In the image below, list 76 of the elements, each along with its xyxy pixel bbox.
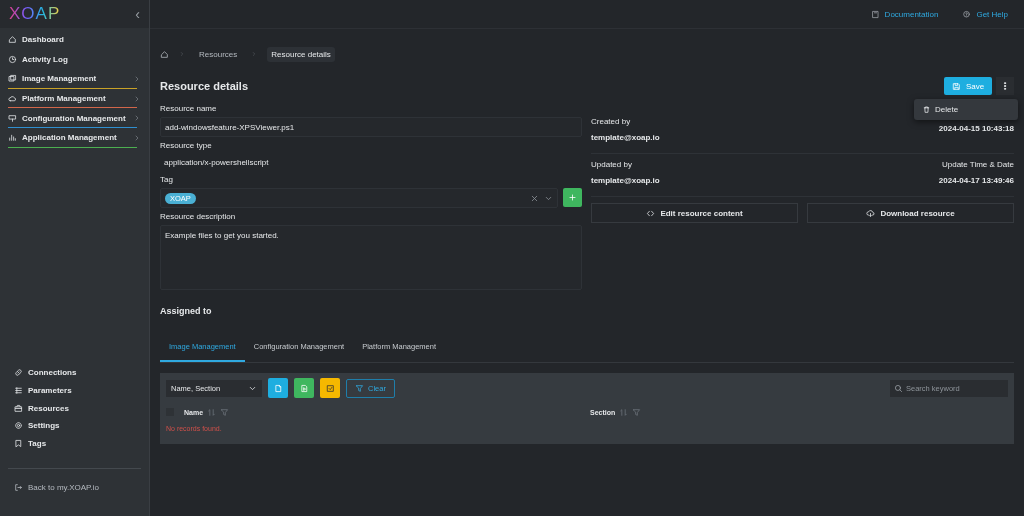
nav-item[interactable]: Settings [0,416,149,435]
home-icon [8,35,17,45]
nav-item[interactable]: Image Management [0,69,149,89]
meta-label: Update Time & Date [941,160,1014,169]
top-link[interactable]: Documentation [870,9,939,19]
checkbox-icon [325,383,335,393]
book-icon [870,9,880,19]
nav-item[interactable]: Parameters [0,381,149,400]
meta-value: template@xoap.io [591,133,660,142]
code-icon [646,208,656,218]
cloud-icon [8,94,17,104]
clear-icon [530,193,539,203]
nav-item[interactable]: Activity Log [0,49,149,70]
nav-item[interactable]: Dashboard [0,30,149,50]
clock-icon [8,54,17,64]
resource-button[interactable]: Download resource [807,203,1014,223]
home-icon [160,49,169,59]
chevron-icon [133,114,141,123]
nav-item[interactable]: Resources [0,399,149,417]
meta-value: template@xoap.io [591,176,660,185]
meta-label: Created by [591,117,632,126]
add-button[interactable] [563,188,582,207]
meta-label: Updated by [591,160,633,169]
nav-item[interactable]: Configuration Management [0,108,149,128]
top-link[interactable]: Get Help [962,9,1008,19]
meta-value: 2024-04-15 10:43:18 [938,124,1014,133]
monitor-icon [8,113,17,123]
chevron-icon [133,94,141,103]
filter-icon [220,407,230,417]
nav-item[interactable]: Tags [0,434,149,452]
description-field[interactable]: Example files to get you started. [160,225,582,290]
stacked-squares-icon [8,74,17,84]
nav-item[interactable]: Connections [0,364,149,382]
meta-value: 2024-04-17 13:49:46 [938,176,1014,185]
trash-icon [922,105,931,114]
chevron-icon [133,75,141,83]
exit-icon [14,483,23,492]
collapse-button[interactable]: ‹ [135,6,140,22]
more-button[interactable] [996,77,1014,95]
page-title: Resource details [160,80,249,92]
chevron-icon [179,51,185,57]
name-field[interactable]: add-windowsfeature-XPSViewer.ps1 [160,117,582,137]
sort-icon [619,407,629,417]
file-icon [273,383,283,393]
field-label: Tag [160,175,174,186]
box-icon [14,403,23,413]
resource-button[interactable]: Edit resource content [591,203,798,223]
floppy-icon [951,81,961,91]
delete-menu-item[interactable]: Delete [914,105,1018,114]
link-icon [14,368,23,378]
bar-chart-icon [8,133,17,143]
export-button[interactable] [268,378,288,398]
breadcrumb-item[interactable]: Resources [195,46,242,62]
type-value: application/x-powershellscript [163,156,270,169]
chevron-icon [133,133,141,142]
help-icon [962,9,972,19]
cloud-download-icon [866,208,876,218]
nav-item[interactable]: Application Management [0,127,149,148]
filter-icon [355,383,365,393]
field-label: Resource type [160,141,213,152]
field-label: Resource description [160,212,237,223]
settings-icon [14,421,23,431]
plus-icon [568,193,577,202]
sort-icon [207,407,217,417]
section-title: Assigned to [160,306,213,316]
export-button[interactable] [294,378,314,398]
file-icon [299,383,309,393]
chevron-icon [251,51,258,57]
list-icon [14,385,23,395]
back-link[interactable]: Back to my.XOAP.io [0,483,149,516]
nav-item[interactable]: Platform Management [0,88,149,109]
filter-icon [632,407,642,417]
select-button[interactable] [320,378,340,398]
field-label: Resource name [160,104,218,115]
breadcrumb-item[interactable]: Resource details [267,46,335,62]
bookmark-icon [14,438,23,448]
